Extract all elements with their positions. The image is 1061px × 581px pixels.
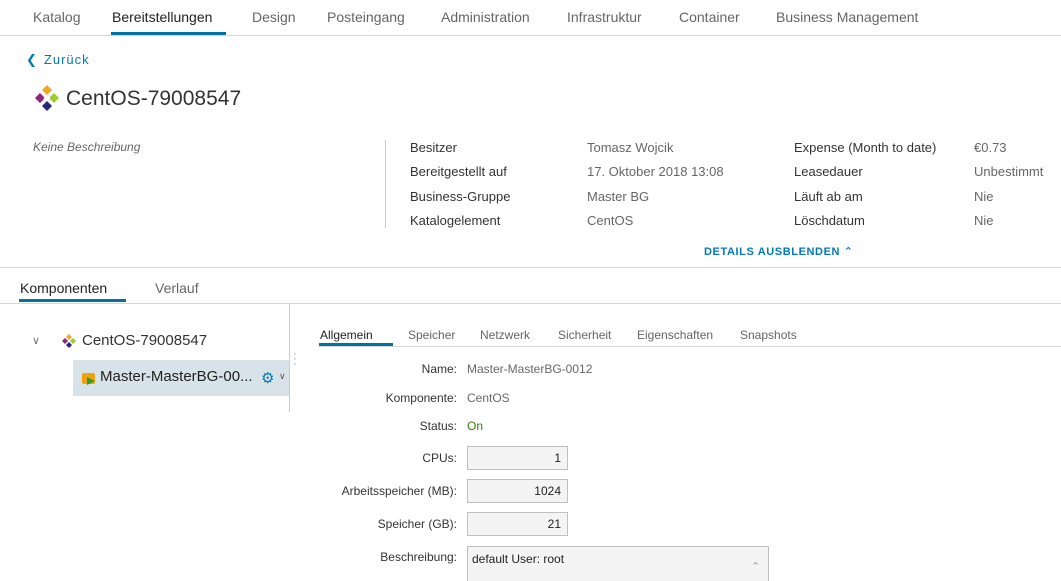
drag-handle-icon[interactable]: · · · bbox=[292, 349, 298, 370]
double-chevron-up-icon: ⌃ bbox=[843, 246, 854, 258]
status-label: Status: bbox=[419, 419, 457, 433]
tab-eigenschaften[interactable]: Eigenschaften bbox=[637, 328, 713, 342]
description-label: Beschreibung: bbox=[380, 550, 457, 564]
storage-label: Speicher (GB): bbox=[377, 517, 457, 531]
scroll-up-icon[interactable]: ⌃ bbox=[751, 560, 760, 573]
top-navigation: Katalog Bereitstellungen Design Posteing… bbox=[0, 0, 1061, 36]
section-divider bbox=[0, 267, 1061, 268]
cpus-field[interactable] bbox=[467, 446, 568, 470]
page-title: CentOS-79008547 bbox=[66, 87, 242, 110]
catalog-item-label: Katalogelement bbox=[410, 213, 501, 228]
tab-speicher[interactable]: Speicher bbox=[408, 328, 455, 342]
owner-value: Tomasz Wojcik bbox=[587, 140, 674, 155]
expires-label: Läuft ab am bbox=[794, 189, 863, 204]
tree-item-selected[interactable]: Master-MasterBG-00... ⚙ ∨ bbox=[73, 360, 289, 396]
business-group-label: Business-Gruppe bbox=[410, 189, 511, 204]
delete-date-value: Nie bbox=[974, 213, 994, 228]
vm-running-icon bbox=[82, 373, 95, 385]
subtabs-divider bbox=[0, 303, 1061, 304]
vertical-divider bbox=[385, 140, 386, 228]
tab-verlauf[interactable]: Verlauf bbox=[155, 280, 199, 296]
chevron-down-icon[interactable]: ∨ bbox=[279, 371, 286, 382]
tree-root-item[interactable]: CentOS-79008547 bbox=[82, 332, 207, 349]
nav-tab-design[interactable]: Design bbox=[252, 9, 296, 25]
delete-date-label: Löschdatum bbox=[794, 213, 865, 228]
nav-tab-posteingang[interactable]: Posteingang bbox=[327, 9, 405, 25]
owner-label: Besitzer bbox=[410, 140, 457, 155]
tab-allgemein[interactable]: Allgemein bbox=[320, 328, 373, 342]
hide-details-toggle[interactable]: DETAILS AUSBLENDEN ⌃ bbox=[704, 245, 854, 258]
lease-label: Leasedauer bbox=[794, 164, 863, 179]
memory-label: Arbeitsspeicher (MB): bbox=[341, 484, 457, 498]
memory-field[interactable] bbox=[467, 479, 568, 503]
nav-tab-administration[interactable]: Administration bbox=[441, 9, 530, 25]
expense-label: Expense (Month to date) bbox=[794, 140, 937, 155]
component-label: Komponente: bbox=[385, 391, 457, 405]
nav-tab-infrastruktur[interactable]: Infrastruktur bbox=[567, 9, 642, 25]
name-label: Name: bbox=[421, 362, 457, 376]
chevron-down-icon[interactable]: ∨ bbox=[32, 334, 40, 347]
nav-tab-container[interactable]: Container bbox=[679, 9, 740, 25]
provisioned-label: Bereitgestellt auf bbox=[410, 164, 507, 179]
gear-icon[interactable]: ⚙ bbox=[261, 369, 274, 387]
nav-tab-business-management[interactable]: Business Management bbox=[776, 9, 918, 25]
name-value: Master-MasterBG-0012 bbox=[467, 362, 593, 376]
tab-komponenten[interactable]: Komponenten bbox=[20, 280, 107, 296]
component-value: CentOS bbox=[467, 391, 510, 405]
tab-snapshots[interactable]: Snapshots bbox=[740, 328, 797, 342]
chevron-left-icon: ❮ bbox=[26, 52, 38, 67]
tab-netzwerk[interactable]: Netzwerk bbox=[480, 328, 530, 342]
centos-small-icon bbox=[62, 334, 76, 348]
storage-field[interactable] bbox=[467, 512, 568, 536]
back-link[interactable]: ❮ Zurück bbox=[26, 52, 90, 68]
expense-value: €0.73 bbox=[974, 140, 1007, 155]
detail-tabs-divider bbox=[318, 346, 1061, 347]
lease-value: Unbestimmt bbox=[974, 164, 1044, 179]
nav-tab-bereitstellungen[interactable]: Bereitstellungen bbox=[112, 9, 212, 25]
cpus-label: CPUs: bbox=[422, 451, 457, 465]
centos-logo-icon bbox=[35, 85, 59, 111]
back-link-label: Zurück bbox=[43, 52, 90, 67]
description-field[interactable]: default User: root bbox=[467, 546, 769, 581]
expires-value: Nie bbox=[974, 189, 994, 204]
status-value: On bbox=[467, 419, 484, 433]
pane-divider[interactable] bbox=[289, 304, 290, 412]
nav-tab-katalog[interactable]: Katalog bbox=[33, 9, 80, 25]
provisioned-value: 17. Oktober 2018 13:08 bbox=[587, 164, 724, 179]
active-tab-indicator bbox=[111, 32, 226, 35]
deployment-description: Keine Beschreibung bbox=[33, 140, 141, 154]
hide-details-label: DETAILS AUSBLENDEN bbox=[704, 246, 841, 258]
tab-sicherheit[interactable]: Sicherheit bbox=[558, 328, 611, 342]
active-subtab-indicator bbox=[19, 299, 126, 302]
tree-child-label: Master-MasterBG-00... bbox=[100, 368, 253, 385]
business-group-value: Master BG bbox=[587, 189, 650, 204]
catalog-item-value: CentOS bbox=[587, 213, 634, 228]
